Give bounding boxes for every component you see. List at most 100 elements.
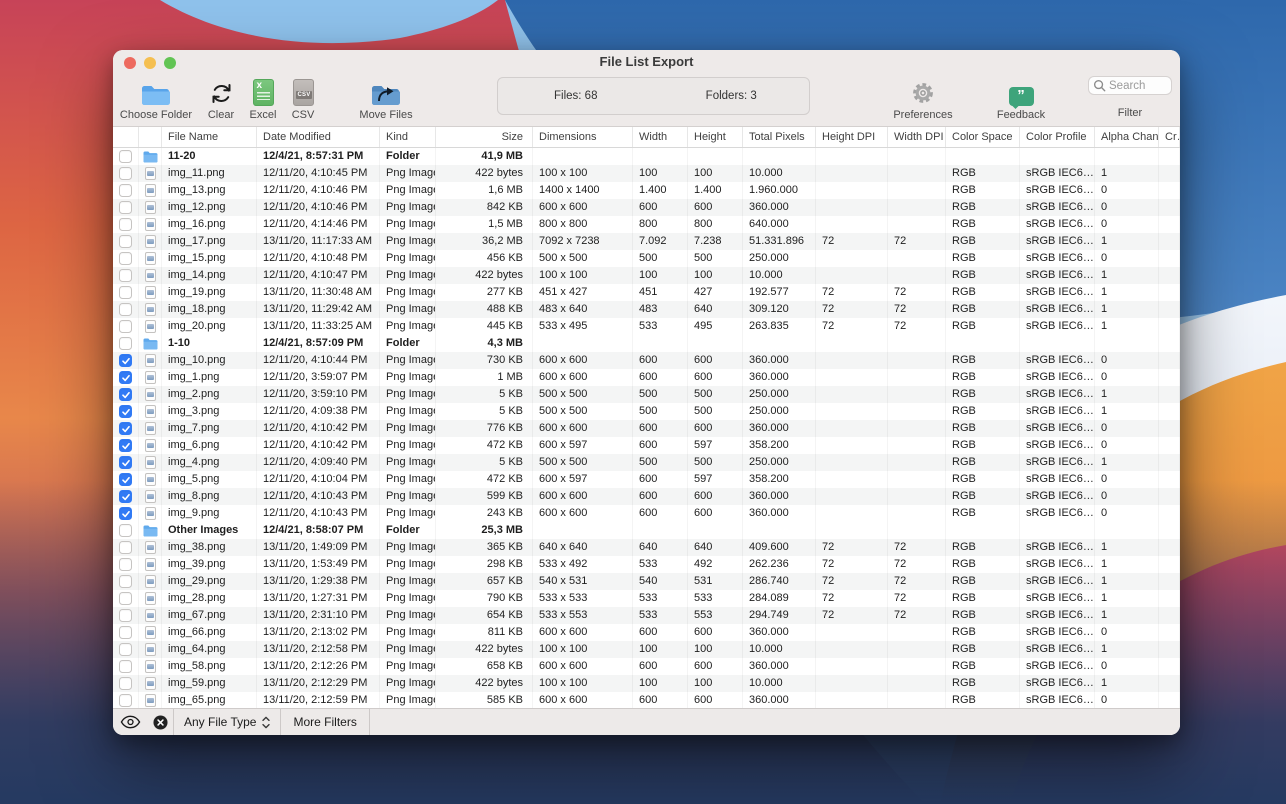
table-row[interactable]: img_65.png 13/11/20, 2:12:59 PM Png Image 5… [113, 692, 1180, 708]
column-header-size[interactable]: Size [436, 127, 533, 147]
row-checkbox[interactable] [119, 388, 132, 401]
search-field[interactable] [1088, 76, 1172, 95]
move-files-button[interactable]: Move Files [351, 75, 421, 121]
column-header-cr[interactable]: Cr… [1159, 127, 1180, 147]
table-row[interactable]: img_18.png 13/11/20, 11:29:42 AM Png Image… [113, 301, 1180, 318]
feedback-button[interactable]: ” Feedback [986, 75, 1056, 121]
row-checkbox[interactable] [119, 167, 132, 180]
row-checkbox[interactable] [119, 201, 132, 214]
table-row[interactable]: img_2.png 12/11/20, 3:59:10 PM Png Image 5 … [113, 386, 1180, 403]
table-row[interactable]: img_20.png 13/11/20, 11:33:25 AM Png Image… [113, 318, 1180, 335]
column-header-width[interactable]: Width [633, 127, 688, 147]
row-checkbox[interactable] [119, 541, 132, 554]
row-checkbox[interactable] [119, 184, 132, 197]
row-checkbox[interactable] [119, 524, 132, 537]
row-checkbox[interactable] [119, 694, 132, 707]
table-row[interactable]: img_4.png 12/11/20, 4:09:40 PM Png Image 5 … [113, 454, 1180, 471]
column-header-height[interactable]: Height [688, 127, 743, 147]
preview-eye-button[interactable] [113, 709, 147, 735]
table-row[interactable]: img_10.png 12/11/20, 4:10:44 PM Png Image 7… [113, 352, 1180, 369]
column-header-file-name[interactable]: File Name [162, 127, 257, 147]
row-checkbox[interactable] [119, 150, 132, 163]
column-header-width-dpi[interactable]: Width DPI [888, 127, 946, 147]
column-header-color-profile[interactable]: Color Profile [1020, 127, 1095, 147]
table-row[interactable]: img_19.png 13/11/20, 11:30:48 AM Png Image… [113, 284, 1180, 301]
row-checkbox[interactable] [119, 660, 132, 673]
column-header-height-dpi[interactable]: Height DPI [816, 127, 888, 147]
column-header-dimensions[interactable]: Dimensions [533, 127, 633, 147]
table-row[interactable]: img_1.png 12/11/20, 3:59:07 PM Png Image 1 … [113, 369, 1180, 386]
column-header-kind[interactable]: Kind [380, 127, 436, 147]
cell-a: 1 [1095, 590, 1159, 607]
table-row[interactable]: img_17.png 13/11/20, 11:17:33 AM Png Image… [113, 233, 1180, 250]
table-row[interactable]: img_38.png 13/11/20, 1:49:09 PM Png Image 3… [113, 539, 1180, 556]
table-row[interactable]: img_12.png 12/11/20, 4:10:46 PM Png Image 8… [113, 199, 1180, 216]
table-row[interactable]: Other Images 12/4/21, 8:58:07 PM Folder 25,… [113, 522, 1180, 539]
table-row[interactable]: img_13.png 12/11/20, 4:10:46 PM Png Image 1… [113, 182, 1180, 199]
table-row[interactable]: img_7.png 12/11/20, 4:10:42 PM Png Image 77… [113, 420, 1180, 437]
table-row[interactable]: img_29.png 13/11/20, 1:29:38 PM Png Image 6… [113, 573, 1180, 590]
table-row[interactable]: img_66.png 13/11/20, 2:13:02 PM Png Image 8… [113, 624, 1180, 641]
row-checkbox[interactable] [119, 320, 132, 333]
column-header-empty[interactable] [139, 127, 162, 147]
row-checkbox[interactable] [119, 303, 132, 316]
table-row[interactable]: img_39.png 13/11/20, 1:53:49 PM Png Image 2… [113, 556, 1180, 573]
row-checkbox[interactable] [119, 456, 132, 469]
row-checkbox[interactable] [119, 473, 132, 486]
table-row[interactable]: img_67.png 13/11/20, 2:31:10 PM Png Image 6… [113, 607, 1180, 624]
csv-export-button[interactable]: CSV CSV [283, 75, 323, 121]
clear-button[interactable]: Clear [199, 75, 243, 121]
row-checkbox[interactable] [119, 592, 132, 605]
table-row[interactable]: img_8.png 12/11/20, 4:10:43 PM Png Image 59… [113, 488, 1180, 505]
row-checkbox[interactable] [119, 575, 132, 588]
column-header-total-pixels[interactable]: Total Pixels [743, 127, 816, 147]
row-checkbox[interactable] [119, 507, 132, 520]
row-checkbox[interactable] [119, 218, 132, 231]
table-row[interactable]: img_9.png 12/11/20, 4:10:43 PM Png Image 24… [113, 505, 1180, 522]
table-row[interactable]: img_11.png 12/11/20, 4:10:45 PM Png Image 4… [113, 165, 1180, 182]
row-checkbox[interactable] [119, 235, 132, 248]
column-header-date-modified[interactable]: Date Modified [257, 127, 380, 147]
row-checkbox[interactable] [119, 439, 132, 452]
clear-filter-button[interactable] [147, 709, 173, 735]
row-checkbox[interactable] [119, 354, 132, 367]
row-checkbox[interactable] [119, 490, 132, 503]
table-row[interactable]: img_28.png 13/11/20, 1:27:31 PM Png Image 7… [113, 590, 1180, 607]
row-checkbox[interactable] [119, 609, 132, 622]
file-type-dropdown[interactable]: Any File Type [174, 709, 280, 735]
excel-export-button[interactable]: x Excel [243, 75, 283, 121]
more-filters-button[interactable]: More Filters [281, 709, 368, 735]
row-checkbox[interactable] [119, 643, 132, 656]
table-row[interactable]: img_16.png 12/11/20, 4:14:46 PM Png Image 1… [113, 216, 1180, 233]
row-checkbox[interactable] [119, 558, 132, 571]
column-header-alpha-chan[interactable]: Alpha Chan… [1095, 127, 1159, 147]
row-checkbox[interactable] [119, 286, 132, 299]
row-checkbox[interactable] [119, 337, 132, 350]
checkbox-cell [113, 505, 139, 522]
row-checkbox[interactable] [119, 269, 132, 282]
row-checkbox[interactable] [119, 422, 132, 435]
table-row[interactable]: img_59.png 13/11/20, 2:12:29 PM Png Image 4… [113, 675, 1180, 692]
table-row[interactable]: 11-20 12/4/21, 8:57:31 PM Folder 41,9 MB [113, 148, 1180, 165]
table-row[interactable]: img_3.png 12/11/20, 4:09:38 PM Png Image 5 … [113, 403, 1180, 420]
table-row[interactable]: img_5.png 12/11/20, 4:10:04 PM Png Image 47… [113, 471, 1180, 488]
cell-w: 600 [633, 437, 688, 454]
table-row[interactable]: img_6.png 12/11/20, 4:10:42 PM Png Image 47… [113, 437, 1180, 454]
row-checkbox[interactable] [119, 405, 132, 418]
choose-folder-button[interactable]: Choose Folder [115, 75, 197, 121]
row-checkbox[interactable] [119, 677, 132, 690]
table-row[interactable]: img_64.png 13/11/20, 2:12:58 PM Png Image 4… [113, 641, 1180, 658]
column-header-empty[interactable] [113, 127, 139, 147]
image-file-icon [139, 250, 162, 267]
table-row[interactable]: img_58.png 13/11/20, 2:12:26 PM Png Image 6… [113, 658, 1180, 675]
checkbox-cell [113, 658, 139, 675]
row-checkbox[interactable] [119, 371, 132, 384]
row-checkbox[interactable] [119, 626, 132, 639]
column-header-color-space[interactable]: Color Space [946, 127, 1020, 147]
row-checkbox[interactable] [119, 252, 132, 265]
table-row[interactable]: img_15.png 12/11/20, 4:10:48 PM Png Image 4… [113, 250, 1180, 267]
table-row[interactable]: 1-10 12/4/21, 8:57:09 PM Folder 4,3 MB [113, 335, 1180, 352]
table-row[interactable]: img_14.png 12/11/20, 4:10:47 PM Png Image 4… [113, 267, 1180, 284]
search-input[interactable] [1109, 79, 1169, 92]
preferences-button[interactable]: Preferences [883, 75, 963, 121]
